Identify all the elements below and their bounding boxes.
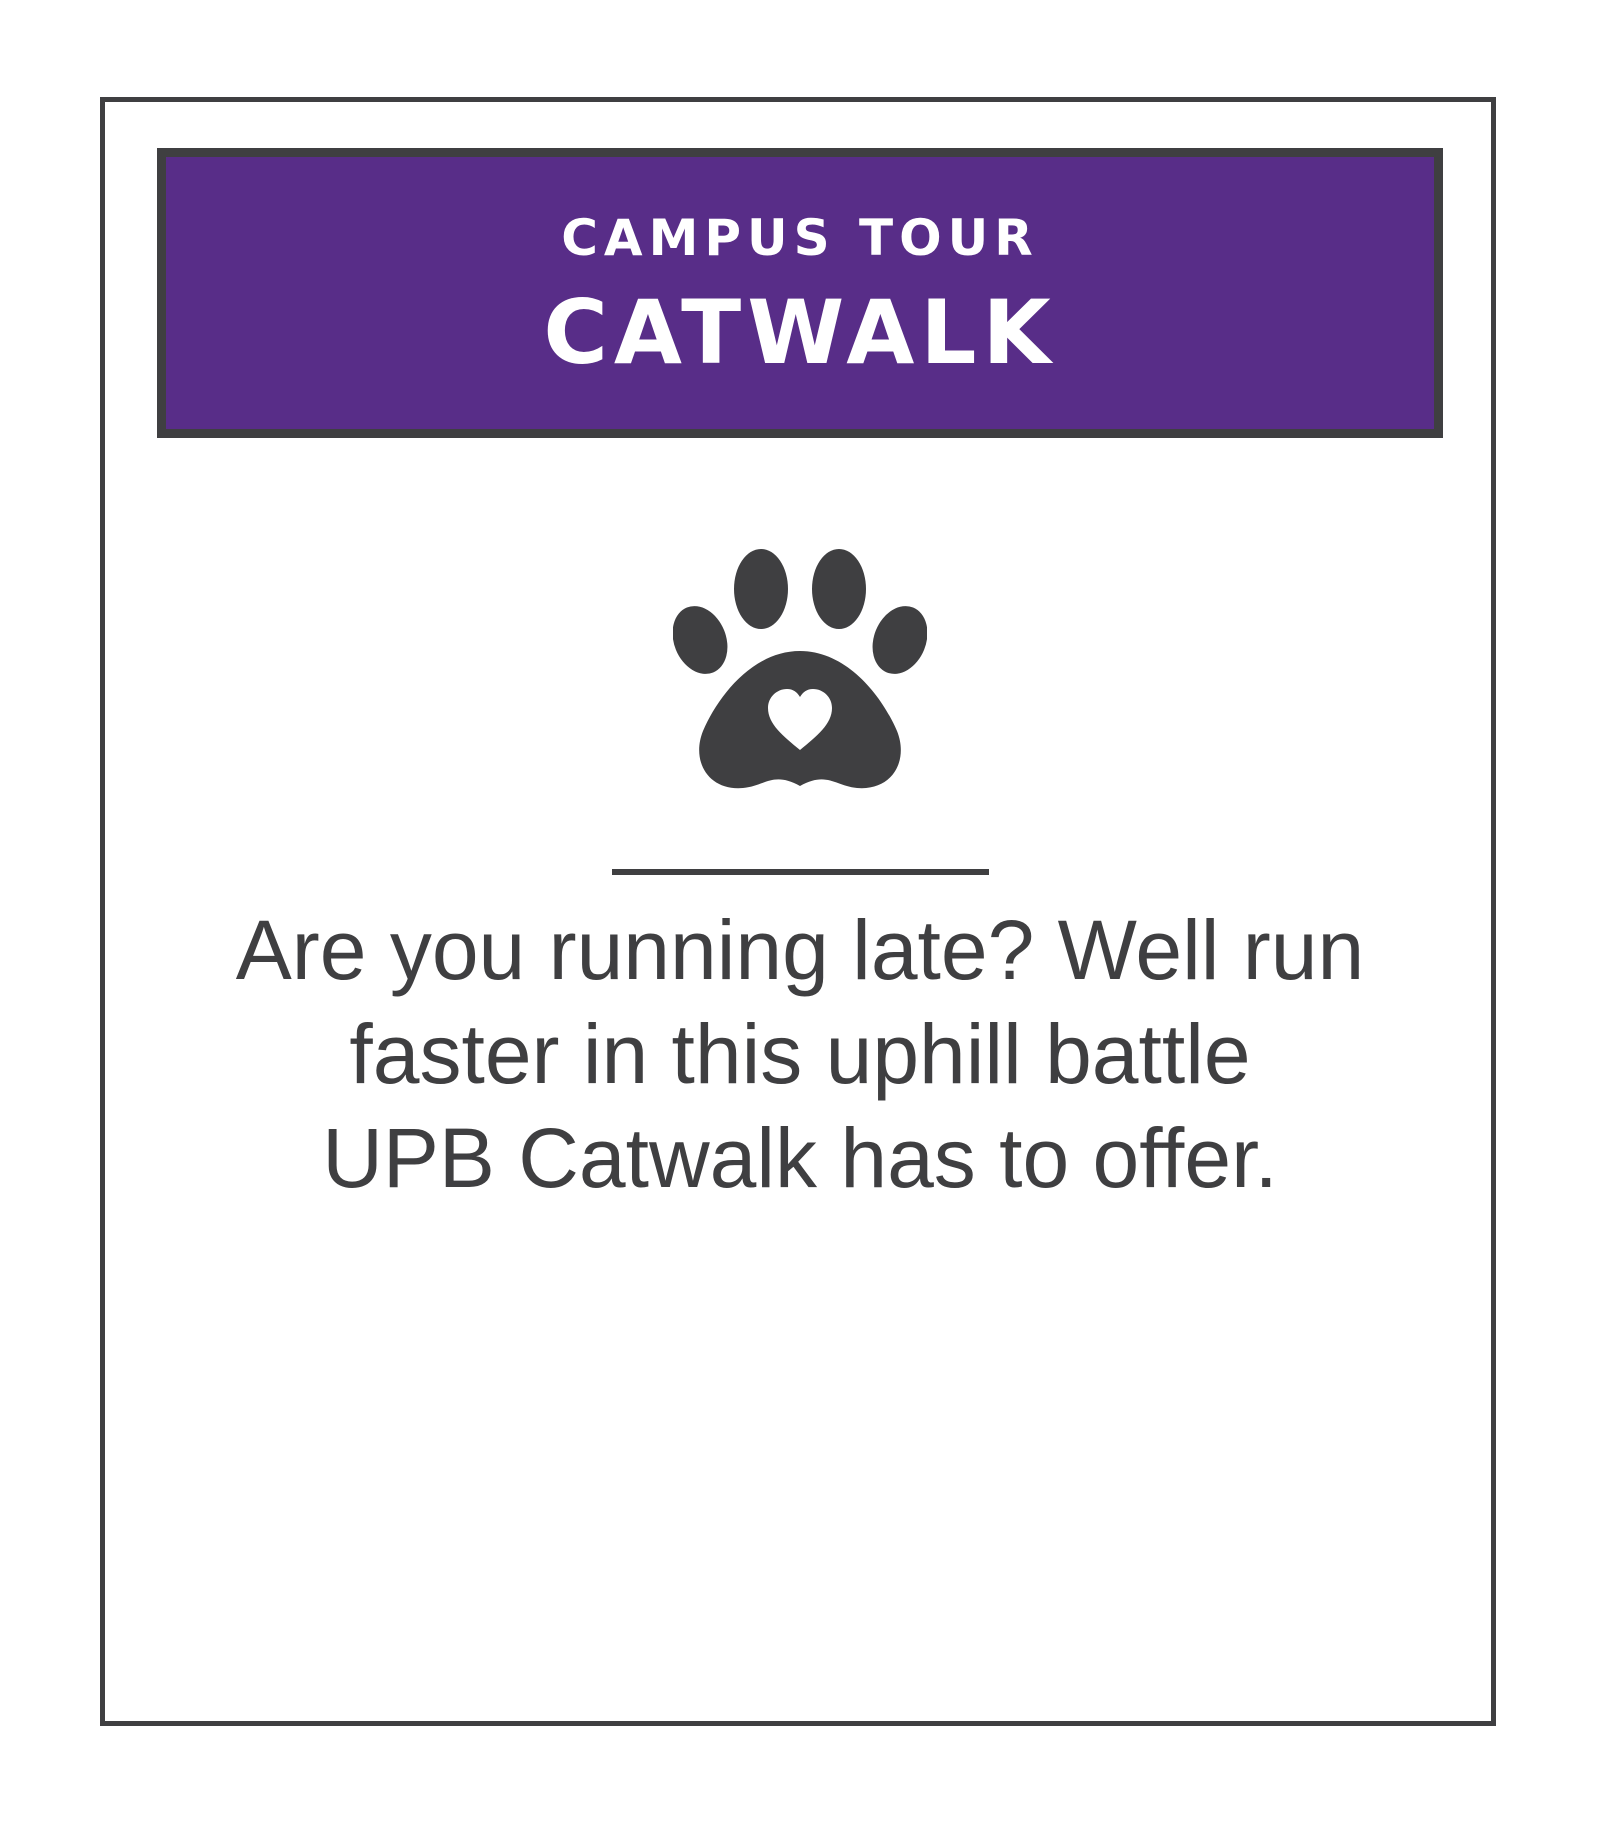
- divider-line: [612, 869, 989, 875]
- description-line-1: Are you running late? Well run: [235, 903, 1365, 997]
- description-line-3: UPB Catwalk has to offer.: [322, 1111, 1278, 1205]
- description-text: Are you running late? Well run faster in…: [160, 898, 1440, 1210]
- banner-subtitle: CAMPUS TOUR: [561, 209, 1039, 267]
- paw-heart-icon: [673, 549, 927, 789]
- title-banner: CAMPUS TOUR CATWALK: [157, 148, 1443, 438]
- description-line-2: faster in this uphill battle: [349, 1007, 1251, 1101]
- banner-title: CATWALK: [543, 281, 1057, 384]
